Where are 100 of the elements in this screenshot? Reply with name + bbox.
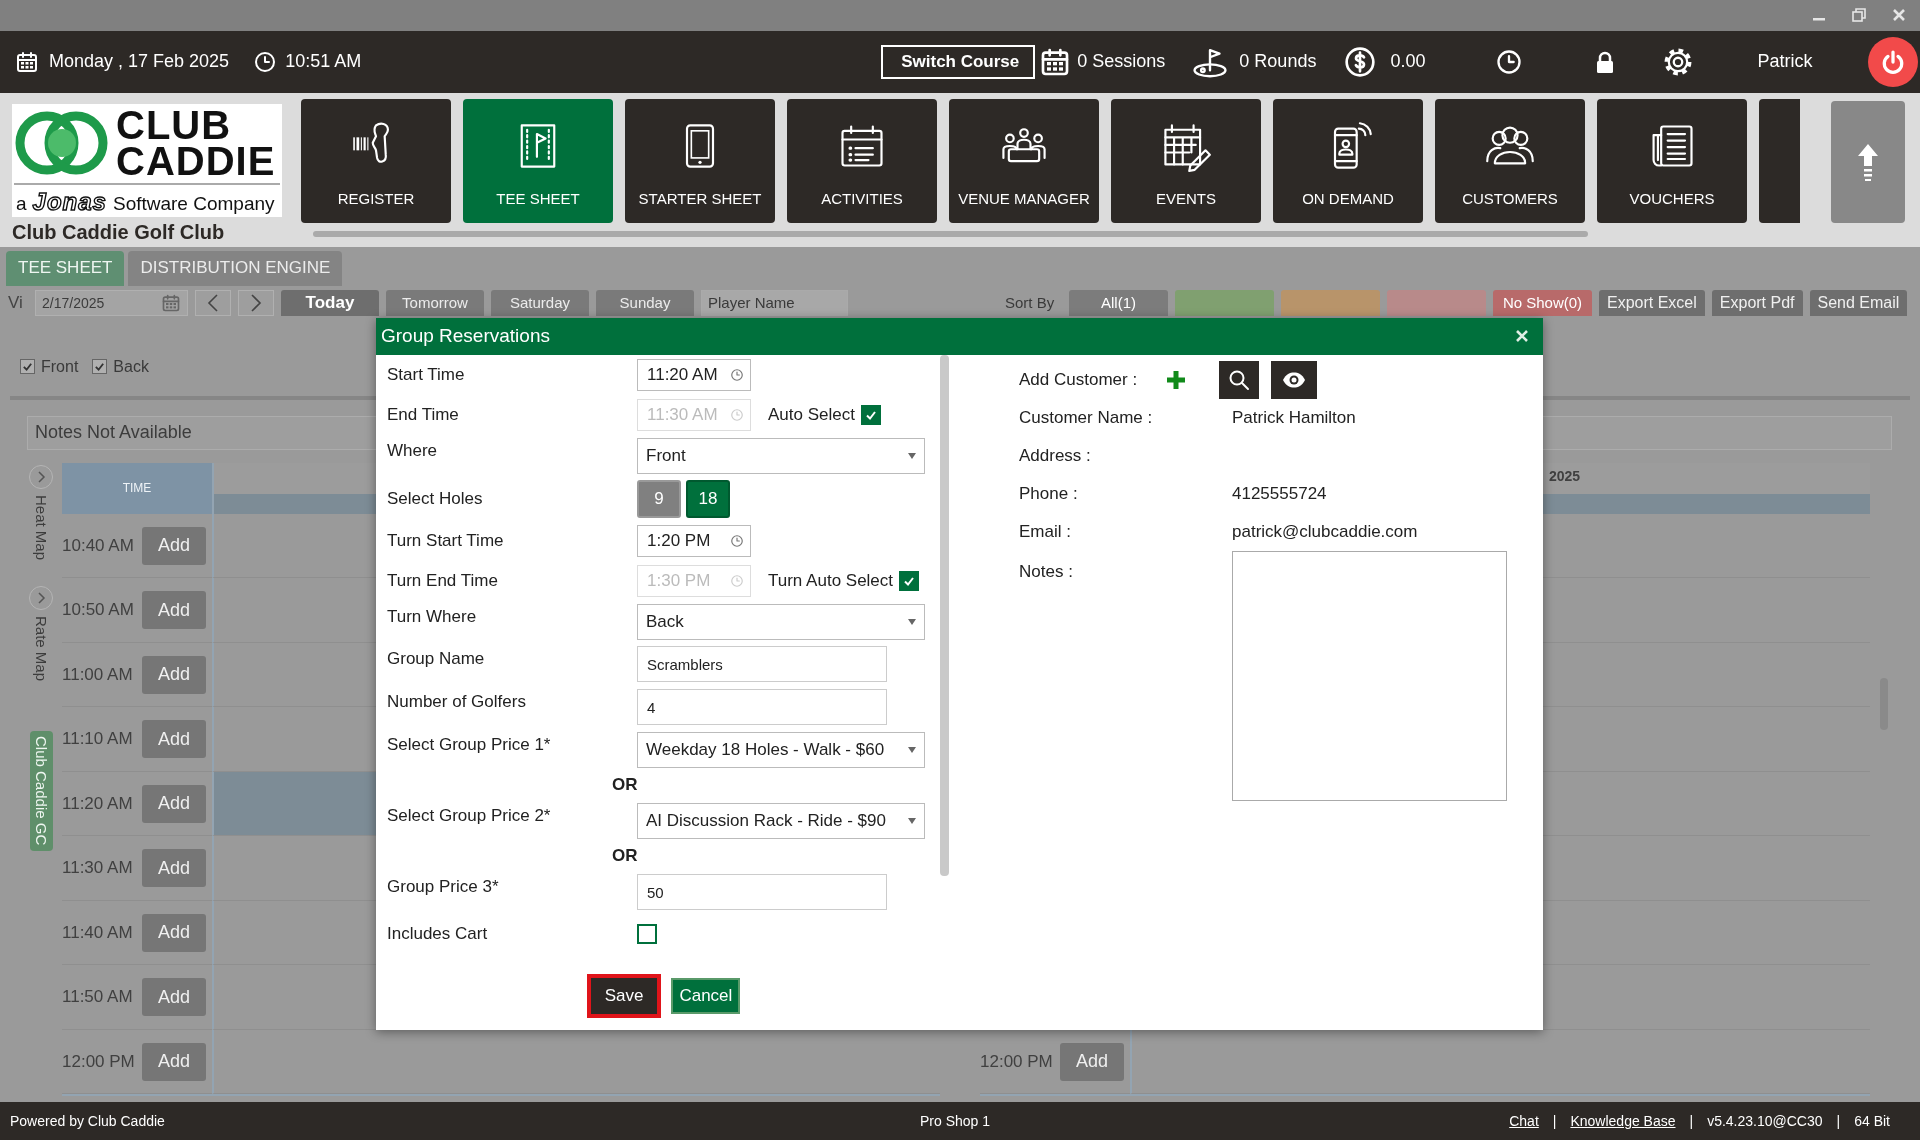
tab[interactable]: TEE SHEET (6, 250, 125, 286)
checkbox-label: Front (41, 357, 79, 376)
add-button[interactable]: Add (142, 655, 206, 694)
checkbox-label: Back (113, 357, 149, 376)
scrollbar[interactable] (940, 354, 949, 876)
or-label: OR (612, 846, 638, 867)
time-field[interactable]: 11:20 AM (637, 358, 751, 391)
checkbox-label: Turn Auto Select (768, 570, 894, 591)
nav-tile[interactable]: VOUCHERS (1597, 99, 1747, 224)
plus-icon[interactable] (1165, 368, 1187, 391)
chevron-left-icon (207, 293, 219, 312)
input-field[interactable]: 50 (637, 874, 887, 911)
caret-icon (908, 817, 916, 824)
nav-tile[interactable]: ON DEMAND (1273, 99, 1423, 224)
nav-tile[interactable]: REGISTER (301, 99, 451, 224)
add-button[interactable]: Add (142, 784, 206, 823)
close-button[interactable] (1892, 8, 1906, 23)
add-button[interactable]: Add (142, 1042, 206, 1081)
checkbox[interactable] (20, 359, 35, 375)
up-arrow-icon (1856, 142, 1880, 183)
dropdown[interactable]: Back (637, 603, 925, 640)
filter-button[interactable]: All(1) (1069, 289, 1168, 316)
tee-time: 11:20 AM (62, 793, 133, 814)
club-name: Club Caddie Golf Club (12, 221, 226, 245)
chevron-right-icon (250, 293, 262, 312)
separator: | (1836, 1113, 1841, 1130)
add-button[interactable]: Add (142, 978, 206, 1017)
nav-tile[interactable]: ACTIVITIES (787, 99, 937, 224)
scroll-up-button[interactable] (1831, 101, 1905, 224)
date-field[interactable]: 2/17/2025 (35, 289, 188, 316)
field-label: Turn Where (387, 605, 478, 627)
clock-icon[interactable] (1495, 47, 1524, 76)
view-button[interactable] (1271, 360, 1317, 399)
calendar-icon (15, 49, 39, 74)
day-button[interactable]: Saturday (491, 289, 589, 316)
logo-text: Software Company (112, 193, 275, 216)
tee-time: 11:30 AM (62, 858, 133, 879)
player-search-field[interactable]: Player Name (701, 289, 848, 316)
dropdown[interactable]: Front (637, 437, 925, 474)
add-button[interactable]: Add (142, 913, 206, 952)
action-button[interactable]: Export Pdf (1711, 289, 1803, 316)
action-button[interactable]: Export Excel (1599, 289, 1705, 316)
save-button[interactable]: Save (586, 973, 662, 1018)
action-button[interactable]: Send Email (1809, 289, 1908, 316)
balance-amount: 0.00 (1390, 51, 1426, 73)
add-button[interactable]: Add (142, 849, 206, 888)
chevron-button[interactable] (29, 464, 53, 489)
add-button[interactable]: Add (1060, 1042, 1124, 1081)
next-button[interactable] (238, 289, 274, 316)
side-tab[interactable]: Rate Map (32, 615, 50, 681)
tab[interactable]: DISTRIBUTION ENGINE (128, 250, 343, 286)
side-tab[interactable]: Heat Map (32, 494, 50, 560)
check-icon (94, 361, 106, 373)
nav-tile[interactable] (1759, 99, 1800, 224)
field-label: Start Time (387, 364, 466, 385)
close-icon[interactable] (1515, 329, 1529, 344)
cancel-button[interactable]: Cancel (671, 977, 741, 1014)
nav-tile[interactable]: VENUE MANAGER (949, 99, 1099, 224)
day-button[interactable]: Today (281, 289, 379, 316)
notes-field[interactable] (1232, 550, 1507, 801)
nav-tile[interactable]: CUSTOMERS (1435, 99, 1585, 224)
tee-time: 11:50 AM (62, 987, 133, 1008)
day-button[interactable]: Tomorrow (386, 289, 484, 316)
nav-tile[interactable]: STARTER SHEET (625, 99, 775, 224)
logo-text: CADDIE (116, 143, 276, 180)
power-button[interactable] (1868, 36, 1919, 87)
field-label: Add Customer : (1019, 369, 1139, 390)
caret-icon (908, 618, 916, 625)
separator: | (1552, 1113, 1557, 1130)
switch-course-button[interactable]: Switch Course (881, 44, 1036, 79)
chevron-button[interactable] (29, 585, 53, 610)
search-button[interactable] (1219, 360, 1259, 399)
logo-text: CLUB (116, 107, 232, 144)
input-field[interactable]: Scramblers (637, 646, 887, 683)
field-label: Select Group Price 2* (387, 804, 552, 826)
side-tab[interactable]: Club Caddie GC (29, 730, 53, 851)
checkbox[interactable] (637, 923, 657, 944)
add-button[interactable]: Add (142, 591, 206, 630)
scrollbar[interactable] (313, 231, 1588, 238)
nav-tile[interactable]: TEE SHEET (463, 99, 613, 224)
column-header: TIME (62, 462, 212, 514)
add-button[interactable]: Add (142, 526, 206, 565)
holes-button[interactable]: 18 (686, 479, 730, 518)
add-button[interactable]: Add (142, 720, 206, 759)
previous-button[interactable] (195, 289, 231, 316)
dropdown[interactable]: AI Discussion Rack - Ride - $90 (637, 802, 925, 839)
footer-link[interactable]: Chat (1509, 1113, 1539, 1130)
day-button[interactable]: Sunday (596, 289, 694, 316)
filter-button[interactable]: No Show(0) (1493, 289, 1592, 316)
input-field[interactable]: 4 (637, 689, 887, 726)
checkbox[interactable] (92, 359, 108, 375)
footer-link[interactable]: Knowledge Base (1570, 1113, 1676, 1130)
location-label: Pro Shop 1 (920, 1113, 992, 1130)
holes-button[interactable]: 9 (637, 479, 681, 518)
dropdown[interactable]: Weekday 18 Holes - Walk - $60 (637, 731, 925, 768)
clock-icon (730, 573, 744, 588)
restore-button[interactable] (1852, 8, 1866, 23)
nav-tile[interactable]: EVENTS (1111, 99, 1261, 224)
tee-time: 10:40 AM (62, 535, 134, 556)
time-field[interactable]: 1:20 PM (637, 524, 751, 557)
